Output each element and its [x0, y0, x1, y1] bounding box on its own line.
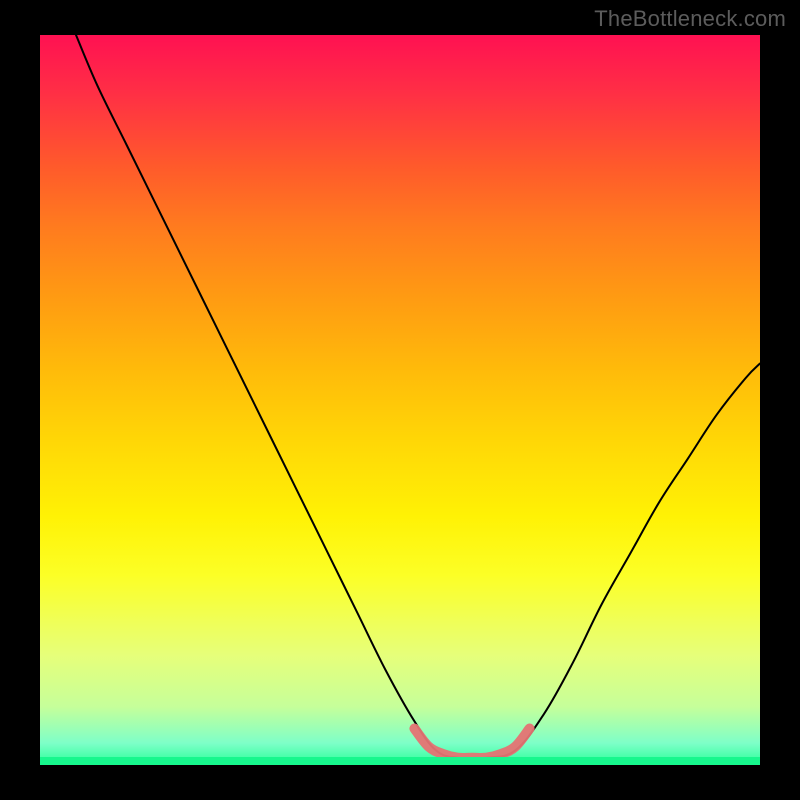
baseline-green-bar [40, 757, 760, 765]
chart-frame: TheBottleneck.com [0, 0, 800, 800]
curve-layer [40, 35, 760, 765]
optimal-range-accent [414, 729, 529, 758]
watermark-text: TheBottleneck.com [594, 6, 786, 32]
plot-area [40, 35, 760, 765]
bottleneck-curve [76, 35, 760, 759]
